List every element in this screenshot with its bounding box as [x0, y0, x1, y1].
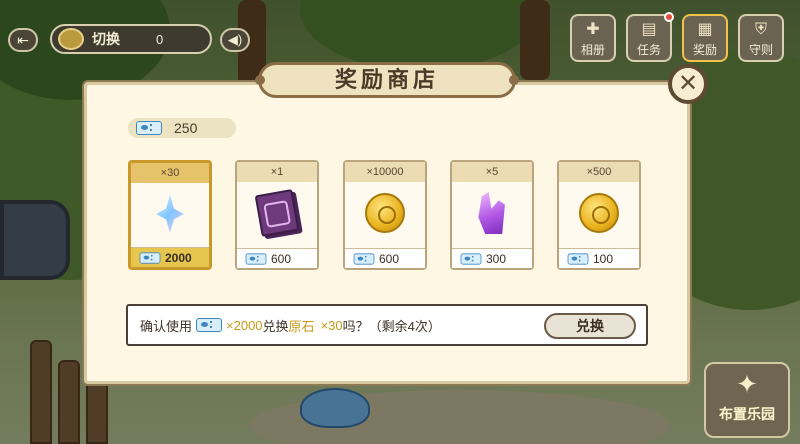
shop-item-primogem[interactable]: ×30 2000 [128, 160, 212, 270]
album-button[interactable]: ✚ 相册 [570, 14, 616, 62]
speaker-icon: ◀) [227, 32, 243, 47]
item-price-value: 300 [486, 251, 507, 266]
switch-counter[interactable]: 切换 0 [50, 24, 212, 54]
mora-coin-icon [365, 193, 405, 233]
item-quantity: ×30 [131, 163, 209, 183]
gift-box-icon: ▦ [697, 21, 713, 38]
task-button[interactable]: ▤ 任务 [626, 12, 674, 62]
task-book-icon: ▤ [641, 21, 657, 38]
confirm-suffix: 吗？（剩余4次） [342, 318, 441, 334]
ticket-balance: 250 [128, 118, 236, 138]
ticket-icon [460, 252, 482, 265]
switch-label: 切换 [92, 31, 120, 47]
item-quantity: ×1 [237, 162, 317, 182]
back-arrow-icon: ⇤ [17, 32, 29, 48]
switch-count: 0 [156, 31, 164, 47]
shield-icon: ⛨ [754, 21, 767, 38]
shop-item-mora-large[interactable]: ×10000 600 [343, 160, 427, 270]
mora-coin-icon [579, 193, 619, 233]
banner-knob [255, 75, 265, 85]
book-icon [254, 189, 300, 237]
item-price: 2000 [131, 247, 209, 267]
ticket-icon [353, 252, 375, 265]
back-button[interactable]: ⇤ [8, 28, 38, 52]
ticket-icon [245, 252, 267, 265]
confirm-item-name: 原石 [288, 318, 315, 334]
item-price-value: 600 [271, 251, 292, 266]
item-price-value: 100 [593, 251, 614, 266]
rules-button[interactable]: ⛨ 守则 [738, 14, 784, 62]
confirm-middle: 兑换 [262, 318, 289, 334]
item-quantity: ×5 [452, 162, 532, 182]
close-icon: ✕ [677, 70, 699, 97]
item-quantity: ×500 [559, 162, 639, 182]
item-price-value: 600 [379, 251, 400, 266]
confirm-cost: ×2000 [226, 317, 263, 333]
reward-button[interactable]: ▦ 奖励 [682, 14, 728, 62]
item-price-value: 2000 [165, 250, 192, 265]
ticket-icon [136, 121, 162, 135]
item-price: 600 [237, 248, 317, 268]
decorate-park-button[interactable]: ✦ 布置乐园 [704, 362, 790, 438]
ticket-icon [196, 318, 223, 332]
puzzle-icon: ✚ [586, 21, 600, 38]
task-label: 任务 [636, 43, 661, 57]
rules-label: 守则 [748, 43, 773, 57]
confirm-prefix: 确认使用 [140, 318, 193, 334]
item-price: 100 [559, 248, 639, 268]
close-button[interactable]: ✕ [668, 64, 708, 104]
album-label: 相册 [580, 43, 605, 57]
ticket-icon [567, 252, 589, 265]
confirm-exchange-bar: 确认使用 ×2000 兑换 原石 ×30 吗？（剩余4次） 兑换 [126, 304, 648, 346]
ticket-icon [139, 251, 161, 264]
primogem-icon [156, 195, 184, 233]
shop-title-banner: 奖励商店 [255, 62, 519, 98]
banner-knob [509, 75, 519, 85]
shop-item-book[interactable]: ×1 600 [235, 160, 319, 270]
item-price: 600 [345, 248, 425, 268]
exchange-button[interactable]: 兑换 [544, 313, 636, 339]
notification-dot [664, 12, 674, 22]
ticket-balance-value: 250 [174, 120, 198, 136]
decorate-park-label: 布置乐园 [719, 406, 775, 422]
reward-label: 奖励 [692, 43, 717, 57]
purple-crystal-icon [478, 192, 505, 234]
sound-button[interactable]: ◀) [220, 28, 250, 52]
magic-wand-icon: ✦ [736, 369, 758, 399]
item-price: 300 [452, 248, 532, 268]
shop-item-purple-crystal[interactable]: ×5 300 [450, 160, 534, 270]
item-quantity: ×10000 [345, 162, 425, 182]
shop-item-mora-small[interactable]: ×500 100 [557, 160, 641, 270]
coin-icon [58, 28, 84, 50]
shop-title: 奖励商店 [334, 67, 439, 92]
confirm-item-qty: ×30 [320, 317, 343, 333]
